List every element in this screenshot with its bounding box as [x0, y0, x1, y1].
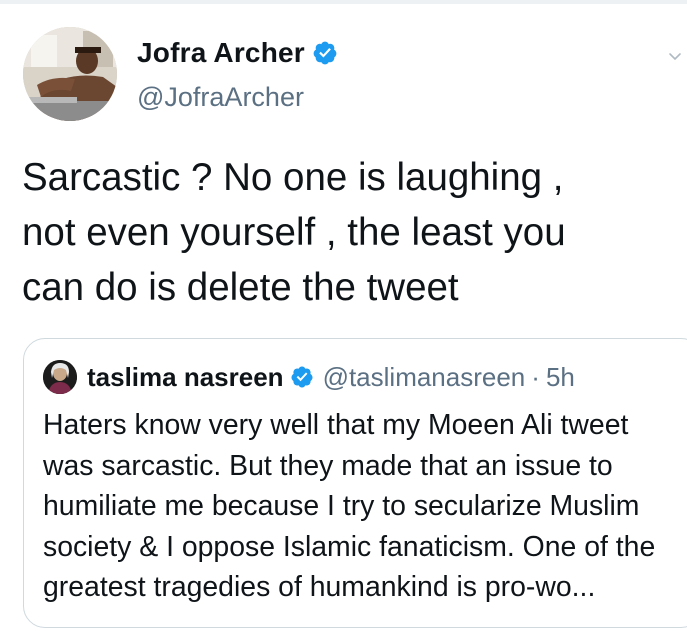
quoted-author-display-name[interactable]: taslima nasreen — [87, 362, 284, 393]
quoted-tweet[interactable]: taslima nasreen @taslimanasreen · 5h Hat… — [23, 338, 687, 628]
quoted-author-handle[interactable]: @taslimanasreen — [323, 362, 526, 393]
author-handle[interactable]: @JofraArcher — [137, 82, 338, 113]
top-divider — [0, 0, 687, 4]
quoted-author-avatar[interactable] — [43, 360, 77, 394]
quoted-tweet-text: Haters know very well that my Moeen Ali … — [43, 409, 656, 603]
chevron-down-icon[interactable] — [667, 48, 683, 64]
verified-badge-icon — [290, 365, 314, 389]
quoted-timestamp[interactable]: 5h — [546, 362, 575, 393]
tweet-text: Sarcastic ? No one is laughing , not eve… — [22, 156, 566, 309]
quoted-tweet-header: taslima nasreen @taslimanasreen · 5h — [43, 360, 575, 394]
tweet-card[interactable]: Jofra Archer @JofraArcher Sarcastic ? No… — [0, 0, 687, 631]
author-display-name[interactable]: Jofra Archer — [137, 37, 305, 69]
author-info[interactable]: Jofra Archer @JofraArcher — [137, 34, 338, 113]
author-name-row: Jofra Archer — [137, 34, 338, 72]
quoted-separator: · — [531, 361, 540, 392]
author-avatar[interactable] — [23, 27, 117, 121]
verified-badge-icon — [312, 40, 338, 66]
